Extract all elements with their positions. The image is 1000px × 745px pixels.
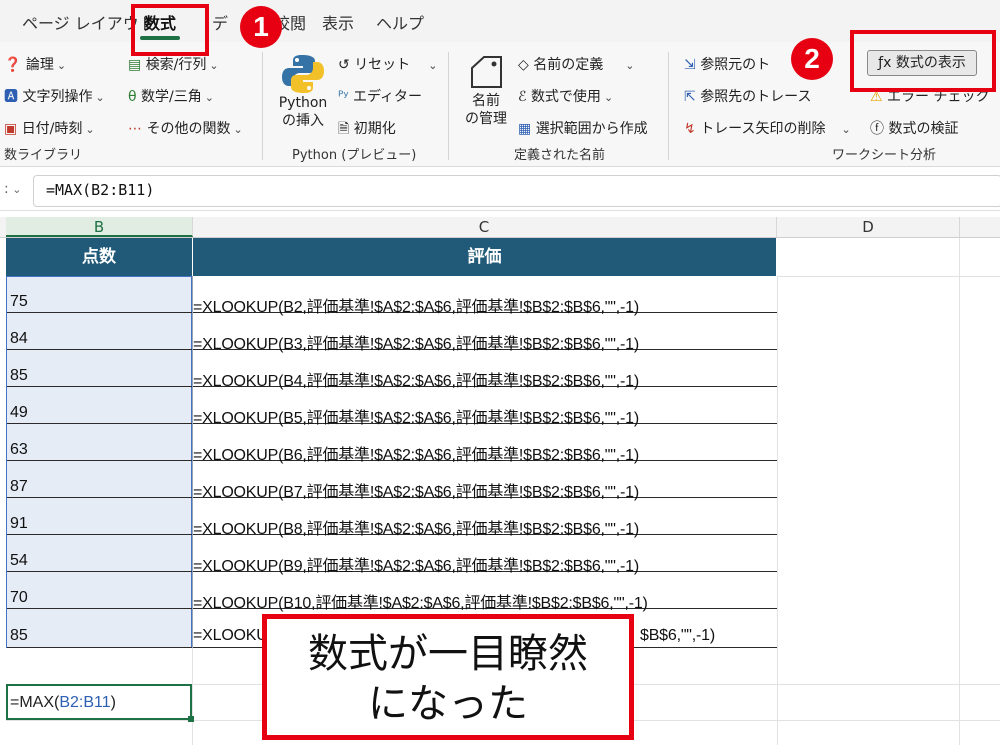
column-header-c[interactable]: C (192, 217, 777, 237)
cell-score[interactable]: 54 (10, 552, 28, 570)
logical-button[interactable]: ❓ 論理 ⌄ (4, 54, 66, 74)
cell-score[interactable]: 75 (10, 293, 28, 311)
formula-input[interactable] (33, 175, 1000, 207)
cell-score[interactable]: 85 (10, 367, 28, 385)
undo-icon: ↺ (338, 57, 350, 73)
cell-formula[interactable]: =XLOOKUP(B4,評価基準!$A$2:$A$6,評価基準!$B$2:$B$… (193, 367, 639, 391)
ribbon-separator (448, 52, 449, 160)
ribbon-separator (668, 52, 669, 160)
cell-formula[interactable]: =XLOOKUP(B9,評価基準!$A$2:$A$6,評価基準!$B$2:$B$… (193, 552, 639, 576)
use-in-formula-icon: ℰ (518, 89, 527, 105)
remove-arrows-icon: ↯ (684, 121, 696, 137)
create-from-selection-button[interactable]: ▦ 選択範囲から作成 (518, 118, 648, 138)
define-name-button[interactable]: ◇ 名前の定義 ⌄ (518, 54, 634, 74)
chevron-down-icon: ⌄ (8, 183, 22, 196)
header-cell-rating[interactable]: 評価 (193, 238, 776, 276)
initialize-icon: 🗎 (338, 121, 350, 137)
trace-dependents-button[interactable]: ⇱ 参照先のトレース (684, 86, 812, 106)
python-insert-button[interactable]: Python の挿入 (277, 94, 329, 130)
python-icon (280, 52, 326, 96)
text-button[interactable]: 🅰 文字列操作 ⌄ (4, 86, 105, 106)
editor-icon: ᴾʸ (338, 89, 349, 105)
selected-range-b2-b11[interactable] (6, 276, 192, 648)
cell-score[interactable]: 85 (10, 627, 28, 645)
cell-score[interactable]: 70 (10, 589, 28, 607)
cell-formula[interactable]: =XLOOKUP(B8,評価基準!$A$2:$A$6,評価基準!$B$2:$B$… (193, 515, 639, 539)
step-badge-1: 1 (240, 6, 282, 48)
cell-score[interactable]: 91 (10, 515, 28, 533)
max-formula-cell: =MAX(B2:B11) (10, 694, 116, 711)
text-icon: 🅰 (4, 89, 18, 105)
cell-formula-tail: $B$6,"",-1) (640, 627, 715, 644)
math-icon: θ (128, 89, 137, 105)
fill-handle[interactable] (188, 716, 194, 722)
grid-icon: ▦ (518, 121, 532, 137)
python-initialize-button[interactable]: 🗎 初期化 (338, 118, 396, 142)
cell-formula[interactable]: =XLOOKUP(B5,評価基準!$A$2:$A$6,評価基準!$B$2:$B$… (193, 404, 639, 428)
python-reset-button[interactable]: ↺ リセット ⌄ (338, 54, 437, 74)
max-formula-ref: B2:B11 (59, 694, 111, 711)
function-library-group-label: 数ライブラリ (4, 148, 83, 163)
math-trig-button[interactable]: θ 数学/三角 ⌄ (128, 86, 214, 106)
cell-formula[interactable]: =XLOOKUP(B6,評価基準!$A$2:$A$6,評価基準!$B$2:$B$… (193, 441, 639, 465)
calendar-icon: ▣ (4, 121, 18, 137)
trace-precedents-button[interactable]: ⇲ 参照元のト (684, 54, 770, 74)
formula-auditing-group-label: ワークシート分析 (832, 148, 937, 163)
ribbon-separator (262, 52, 263, 160)
grid-line (192, 648, 193, 745)
grid-line (777, 276, 1000, 277)
python-editor-button[interactable]: ᴾʸ エディター (338, 86, 422, 106)
callout-box: 数式が一目瞭然 になった (262, 614, 634, 740)
header-cell-score[interactable]: 点数 (6, 238, 192, 276)
cell-score[interactable]: 49 (10, 404, 28, 422)
date-time-button[interactable]: ▣ 日付/時刻 ⌄ (4, 118, 95, 138)
tab-help[interactable]: ヘルプ (376, 10, 424, 34)
defined-names-group-label: 定義された名前 (514, 148, 606, 163)
trace-precedents-icon: ⇲ (684, 57, 696, 73)
cell-score[interactable]: 63 (10, 441, 28, 459)
tag-icon: ◇ (518, 57, 529, 73)
tab-view[interactable]: 表示 (322, 10, 354, 34)
more-functions-button[interactable]: ⋯ その他の関数 ⌄ (128, 118, 243, 138)
use-in-formula-button[interactable]: ℰ 数式で使用 ⌄ (518, 86, 613, 106)
trace-dependents-icon: ⇱ (684, 89, 696, 105)
grid-line (777, 276, 778, 745)
column-header-b[interactable]: B (6, 217, 193, 237)
cell-formula[interactable]: =XLOOKUP(B7,評価基準!$A$2:$A$6,評価基準!$B$2:$B$… (193, 478, 639, 502)
logical-icon: ❓ (4, 57, 22, 73)
tab-data[interactable]: デ (212, 10, 228, 34)
step-badge-2: 2 (791, 38, 833, 80)
grid-line (959, 238, 960, 745)
cell-formula[interactable]: =XLOOKUP(B10,評価基準!$A$2:$A$6,評価基準!$B$2:$B… (193, 589, 648, 613)
cell-score[interactable]: 84 (10, 330, 28, 348)
remove-arrows-button[interactable]: ↯ トレース矢印の削除 ⌄ (684, 118, 851, 138)
cell-formula[interactable]: =XLOOKUP(B2,評価基準!$A$2:$A$6,評価基準!$B$2:$B$… (193, 293, 639, 317)
callout-line-1: 数式が一目瞭然 (308, 631, 588, 677)
name-manager-icon (468, 54, 504, 90)
lookup-reference-button[interactable]: ▤ 検索/行列 ⌄ (128, 54, 219, 74)
cell-formula[interactable]: =XLOOKUP(B3,評価基準!$A$2:$A$6,評価基準!$B$2:$B$… (193, 330, 639, 354)
name-box[interactable]: : ⌄ (4, 181, 21, 197)
highlight-box-show-formulas (850, 30, 996, 92)
column-header-d[interactable]: D (777, 217, 960, 237)
python-group-label: Python (プレビュー) (292, 148, 417, 163)
evaluate-formula-icon: ⓕ (870, 121, 884, 137)
name-manager-button[interactable]: 名前 の管理 (462, 92, 510, 128)
more-functions-icon: ⋯ (128, 121, 142, 137)
callout-line-2: になった (368, 681, 528, 727)
evaluate-formula-button[interactable]: ⓕ 数式の検証 (870, 118, 958, 138)
cell-score[interactable]: 87 (10, 478, 28, 496)
formula-text: =MAX(B2:B11) (46, 181, 155, 199)
highlight-box-formulas-tab (131, 4, 209, 56)
lookup-icon: ▤ (128, 57, 142, 73)
